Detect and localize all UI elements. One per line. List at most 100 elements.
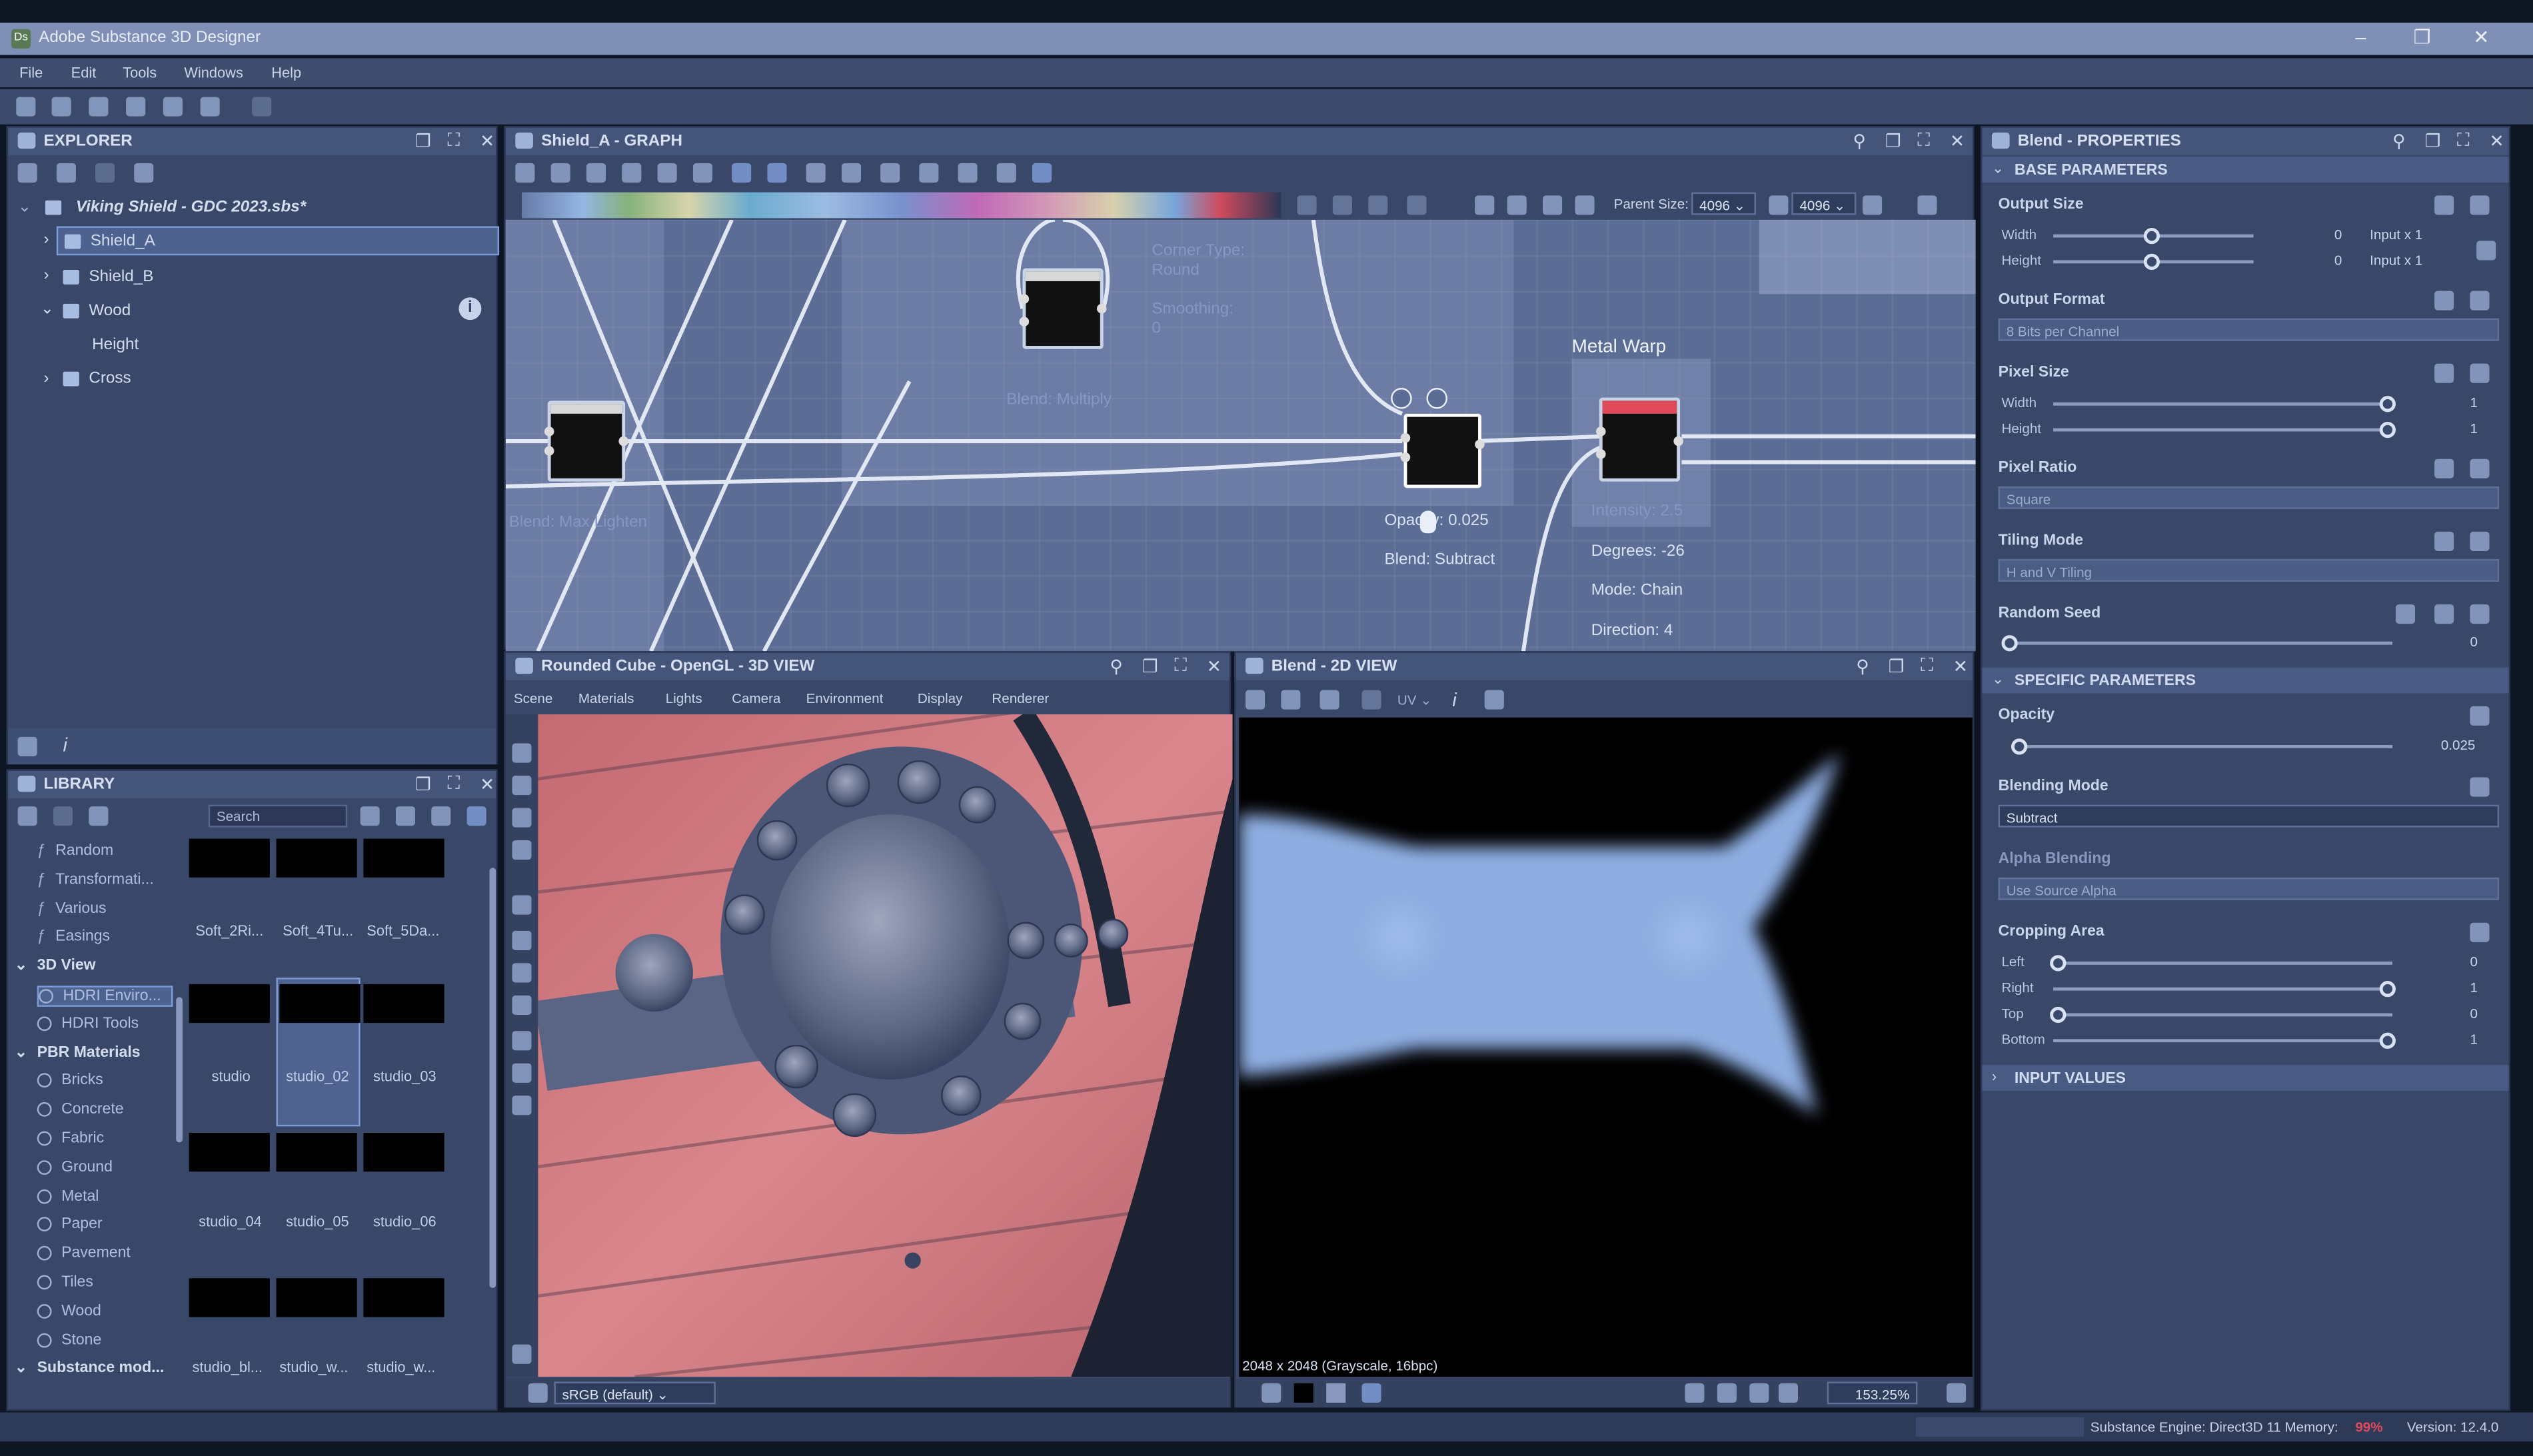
crop-top-value[interactable]: 0 xyxy=(2470,1005,2477,1021)
camera-icon[interactable] xyxy=(586,163,606,183)
opacity-slider[interactable] xyxy=(2011,738,2393,755)
random-seed-value[interactable]: 0 xyxy=(2470,634,2477,650)
maximize-panel-icon[interactable]: ⛶ xyxy=(1917,131,1930,152)
grid-icon[interactable] xyxy=(1685,1383,1705,1403)
add-folder-icon[interactable] xyxy=(17,806,37,826)
light-bulb-icon[interactable] xyxy=(512,776,532,796)
thumbnail-studio-04[interactable] xyxy=(189,1132,270,1172)
refresh-icon[interactable] xyxy=(53,806,73,826)
thumbnail-soft-2ri[interactable] xyxy=(189,838,270,878)
blend-node-max-lighten[interactable] xyxy=(544,400,628,482)
thumbnail-studio-w[interactable] xyxy=(276,1278,357,1317)
save-package-icon[interactable] xyxy=(95,163,115,183)
checker-bg-icon[interactable] xyxy=(1361,1383,1381,1403)
library-search-input[interactable]: Search xyxy=(208,804,348,828)
close-panel-icon[interactable]: ✕ xyxy=(1953,656,1968,677)
save-image-icon[interactable] xyxy=(1281,690,1301,710)
dots-icon[interactable] xyxy=(1332,195,1352,215)
dots-icon[interactable] xyxy=(1368,195,1388,215)
output-format-dropdown[interactable]: 8 Bits per Channel xyxy=(1998,318,2500,341)
filter-icon[interactable] xyxy=(360,806,380,826)
menu-display[interactable]: Display xyxy=(918,690,963,706)
library-category[interactable]: HDRI Tools xyxy=(37,1014,139,1032)
param-menu-icon[interactable] xyxy=(2470,195,2490,215)
expand-arrow-icon[interactable]: › xyxy=(43,370,49,388)
tree-item-height[interactable]: Height xyxy=(92,336,139,354)
thumbnail-studio[interactable] xyxy=(189,984,270,1024)
info-icon[interactable]: i xyxy=(1452,688,1456,711)
filter-icon[interactable] xyxy=(17,736,37,756)
output-port[interactable] xyxy=(1096,303,1107,314)
crop-left-value[interactable]: 0 xyxy=(2470,954,2477,970)
thumbnail-studio-06[interactable] xyxy=(363,1132,444,1172)
package-row[interactable]: ⌄ Viking Shield - GDC 2023.sbs* xyxy=(18,199,306,217)
shader-icon[interactable] xyxy=(512,1063,532,1083)
param-menu-icon[interactable] xyxy=(2470,922,2490,942)
library-category[interactable]: Stone xyxy=(37,1331,101,1349)
favorite-icon[interactable] xyxy=(395,806,415,826)
relative-to-parent-icon[interactable] xyxy=(2434,291,2454,311)
menu-windows[interactable]: Windows xyxy=(184,65,243,81)
axis-icon[interactable] xyxy=(512,930,532,950)
library-category[interactable]: ⌄ Substance mod... xyxy=(15,1359,165,1377)
tree-item-shield-a[interactable]: Shield_A xyxy=(56,226,500,256)
tree-item-cross[interactable]: Cross xyxy=(63,370,131,388)
menu-materials[interactable]: Materials xyxy=(578,690,634,706)
pin-icon[interactable] xyxy=(1507,195,1527,215)
split-icon[interactable] xyxy=(841,163,862,183)
expand-arrow-icon[interactable]: › xyxy=(43,267,49,285)
library-category[interactable]: Pavement xyxy=(37,1245,131,1262)
library-category[interactable]: ƒ Transformati... xyxy=(37,871,154,889)
thumbnail-studio-bl[interactable] xyxy=(189,1278,270,1317)
close-panel-icon[interactable]: ✕ xyxy=(480,131,494,152)
new-graph-icon[interactable] xyxy=(51,97,71,117)
link-size-icon[interactable] xyxy=(1769,195,1789,215)
metal-warp-node[interactable] xyxy=(1596,397,1683,482)
undo-icon[interactable] xyxy=(200,97,220,117)
tools-icon[interactable] xyxy=(919,163,939,183)
info-node-icon[interactable] xyxy=(622,163,642,183)
layout-icon[interactable] xyxy=(732,163,752,183)
output-port[interactable] xyxy=(618,436,628,446)
2d-viewport[interactable]: 2048 x 2048 (Grayscale, 16bpc) xyxy=(1239,717,1973,1377)
tiling-icon[interactable] xyxy=(1361,690,1381,710)
pixel-height-value[interactable]: 1 xyxy=(2470,420,2477,436)
param-menu-icon[interactable] xyxy=(2470,363,2490,383)
info-icon[interactable]: i xyxy=(458,297,482,321)
menu-help[interactable]: Help xyxy=(271,65,301,81)
library-category[interactable]: ⌄ 3D View xyxy=(15,957,96,975)
environment-icon[interactable] xyxy=(512,808,532,828)
relative-to-parent-icon[interactable] xyxy=(2434,531,2454,551)
library-category[interactable]: Concrete xyxy=(37,1101,124,1119)
tiling-mode-dropdown[interactable]: H and V Tiling xyxy=(1998,559,2500,582)
uv-dropdown[interactable]: UV ⌄ xyxy=(1397,692,1432,710)
dots-icon[interactable] xyxy=(1297,195,1317,215)
comment-icon[interactable] xyxy=(1475,195,1495,215)
library-grid-scrollbar[interactable] xyxy=(489,868,496,1288)
minimize-button[interactable]: – xyxy=(2355,26,2366,49)
library-category[interactable]: ƒ Easings xyxy=(37,928,110,946)
input-port[interactable] xyxy=(1400,452,1411,462)
menu-tools[interactable]: Tools xyxy=(123,65,157,81)
light-icon[interactable] xyxy=(1575,195,1595,215)
colorspace-dropdown[interactable]: sRGB (default) ⌄ xyxy=(554,1381,716,1405)
publish-icon[interactable] xyxy=(134,163,154,183)
redo-icon[interactable] xyxy=(252,97,272,117)
screenshot-icon[interactable] xyxy=(512,840,532,860)
copy-icon[interactable] xyxy=(1319,690,1339,710)
cube-icon[interactable] xyxy=(512,963,532,983)
new-icon[interactable] xyxy=(16,97,36,117)
relative-to-parent-icon[interactable] xyxy=(2434,604,2454,624)
param-menu-icon[interactable] xyxy=(2470,291,2490,311)
blend-node-multiply[interactable] xyxy=(1019,268,1107,349)
toggle-icon[interactable] xyxy=(1917,195,1937,215)
library-category[interactable]: ƒ Various xyxy=(37,900,107,918)
frame-all-icon[interactable] xyxy=(515,163,535,183)
pin-node-icon[interactable] xyxy=(996,163,1016,183)
base-parameters-section[interactable]: ⌄ BASE PARAMETERS xyxy=(1982,157,2509,183)
connect-icon[interactable] xyxy=(806,163,826,183)
crop-bottom-value[interactable]: 1 xyxy=(2470,1031,2477,1047)
pixel-width-slider[interactable] xyxy=(2053,396,2396,412)
pin-icon[interactable]: ⚲ xyxy=(1856,656,1869,677)
expand-arrow-icon[interactable]: › xyxy=(43,231,49,249)
